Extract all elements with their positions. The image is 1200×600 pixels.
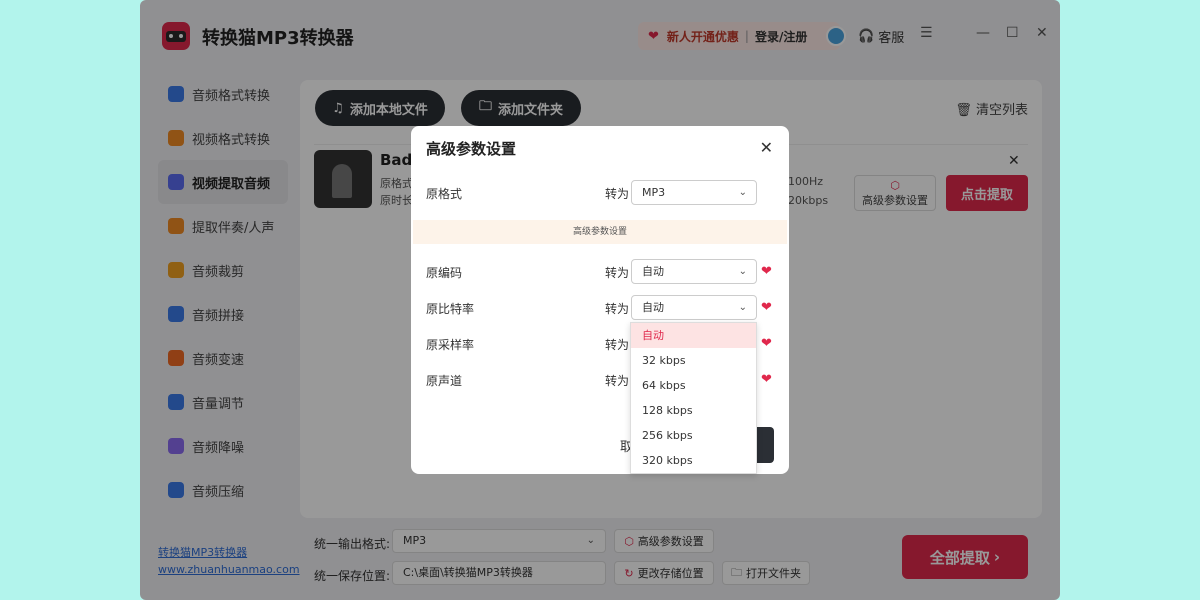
confirm-button[interactable]	[754, 427, 774, 463]
bitrate-select-value: 自动	[642, 301, 664, 314]
original-format-label: 原格式	[426, 187, 463, 201]
convert-to-label: 转为	[605, 187, 630, 201]
format-select[interactable]: MP3 ⌄	[631, 180, 757, 205]
dropdown-option-256[interactable]: 256 kbps	[631, 423, 756, 448]
bitrate-dropdown: 自动 32 kbps 64 kbps 128 kbps 256 kbps 320…	[630, 322, 757, 474]
dropdown-option-auto[interactable]: 自动	[631, 323, 756, 348]
dropdown-option-64[interactable]: 64 kbps	[631, 373, 756, 398]
convert-to-label: 转为	[605, 338, 630, 352]
dropdown-option-128[interactable]: 128 kbps	[631, 398, 756, 423]
chevron-down-icon: ⌄	[738, 266, 747, 277]
format-select-value: MP3	[642, 186, 666, 199]
bitrate-select[interactable]: 自动 ⌄	[631, 295, 757, 320]
vip-diamond-icon: ❤	[761, 336, 772, 351]
codec-label: 原编码	[426, 266, 463, 280]
advanced-section-header: 高级参数设置	[413, 220, 787, 244]
bitrate-label: 原比特率	[426, 302, 475, 316]
chevron-down-icon: ⌄	[738, 187, 747, 198]
close-icon[interactable]: ✕	[760, 138, 773, 157]
vip-diamond-icon: ❤	[761, 372, 772, 387]
dropdown-option-32[interactable]: 32 kbps	[631, 348, 756, 373]
convert-to-label: 转为	[605, 302, 630, 316]
vip-diamond-icon: ❤	[761, 264, 772, 279]
channel-label: 原声道	[426, 374, 463, 388]
vip-diamond-icon: ❤	[761, 300, 772, 315]
dropdown-option-320[interactable]: 320 kbps	[631, 448, 756, 473]
convert-to-label: 转为	[605, 374, 630, 388]
samplerate-label: 原采样率	[426, 338, 475, 352]
chevron-down-icon: ⌄	[738, 302, 747, 313]
convert-to-label: 转为	[605, 266, 630, 280]
codec-select-value: 自动	[642, 265, 664, 278]
codec-select[interactable]: 自动 ⌄	[631, 259, 757, 284]
dialog-title: 高级参数设置	[426, 140, 517, 158]
